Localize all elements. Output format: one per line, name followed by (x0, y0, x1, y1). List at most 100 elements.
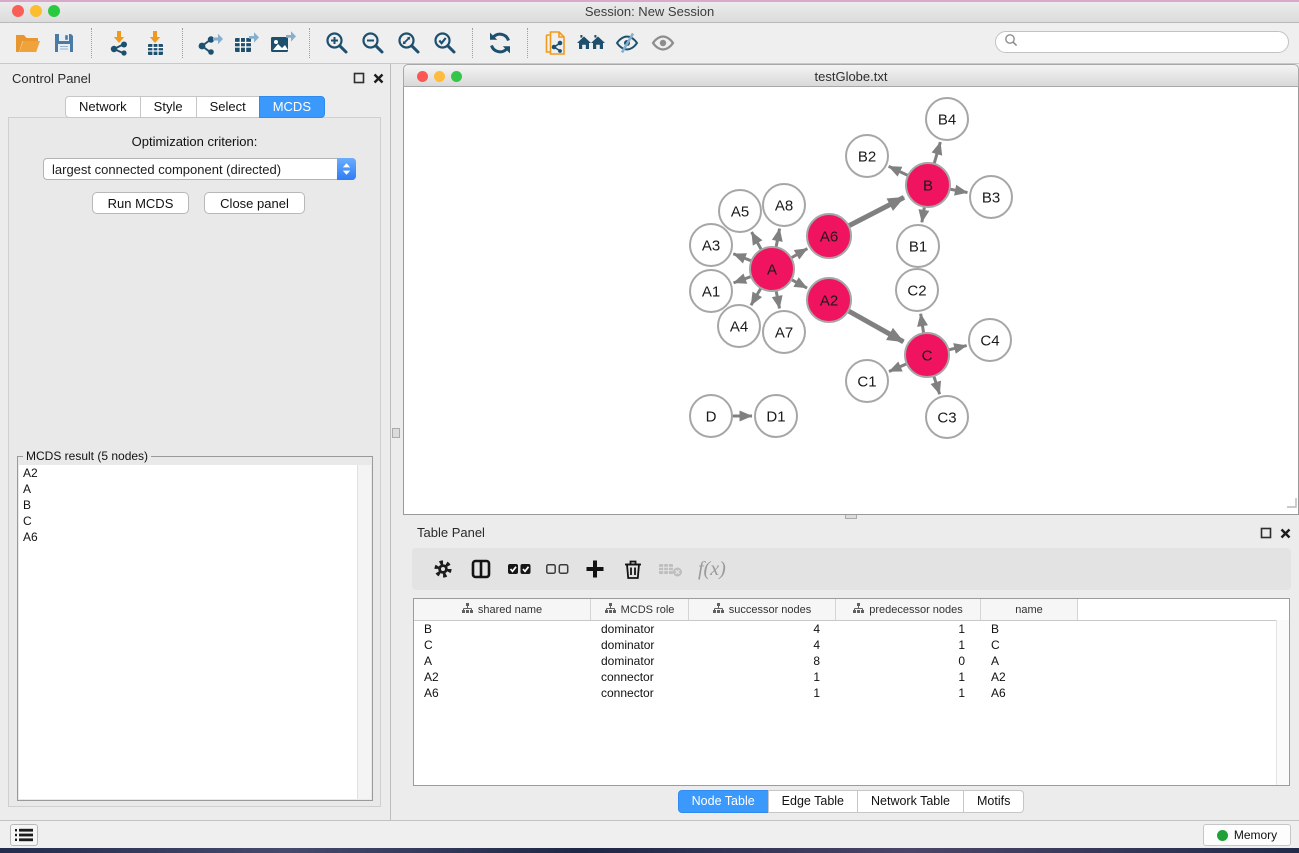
tab-network-table[interactable]: Network Table (857, 790, 964, 813)
svg-text:D: D (706, 409, 717, 426)
hide-eye-icon[interactable] (609, 26, 645, 60)
svg-text:A4: A4 (730, 319, 748, 336)
graph-node-C1[interactable]: C1 (846, 360, 888, 402)
add-icon[interactable] (578, 552, 612, 586)
svg-text:B1: B1 (909, 239, 927, 256)
graph-node-D[interactable]: D (690, 395, 732, 437)
deselect-all-icon[interactable] (540, 552, 574, 586)
select-all-icon[interactable] (502, 552, 536, 586)
zoom-in-icon[interactable] (319, 26, 355, 60)
criterion-value: largest connected component (directed) (44, 162, 337, 177)
zoom-selected-icon[interactable] (427, 26, 463, 60)
table-row[interactable]: Adominator80A (414, 653, 1289, 669)
graph-node-B2[interactable]: B2 (846, 135, 888, 177)
graph-node-A6[interactable]: A6 (807, 214, 851, 258)
export-image-icon[interactable] (264, 26, 300, 60)
table-panel: Table Panel f(x) shared nameMCDS rolesuc… (403, 520, 1299, 815)
graph-node-B1[interactable]: B1 (897, 225, 939, 267)
tab-mcds[interactable]: MCDS (259, 96, 325, 118)
refresh-layout-icon[interactable] (482, 26, 518, 60)
run-mcds-button[interactable]: Run MCDS (92, 192, 189, 214)
table-toolbar: f(x) (412, 548, 1291, 590)
column-header-mcds-role[interactable]: MCDS role (591, 599, 689, 620)
table-row[interactable]: Cdominator41C (414, 637, 1289, 653)
node-table[interactable]: shared name MCDS rolesuccessor nodesprede… (413, 598, 1290, 786)
double-home-icon[interactable] (573, 26, 609, 60)
tree-icon (605, 603, 616, 617)
resize-grip-icon[interactable] (1286, 495, 1297, 513)
zoom-fit-icon[interactable] (391, 26, 427, 60)
close-panel-icon[interactable] (373, 71, 384, 89)
tab-select[interactable]: Select (196, 96, 260, 118)
show-panels-list-button[interactable] (10, 824, 38, 846)
criterion-select[interactable]: largest connected component (directed) (43, 158, 356, 180)
memory-button[interactable]: Memory (1203, 824, 1291, 846)
close-table-panel-icon[interactable] (1280, 526, 1291, 544)
mcds-result-item[interactable]: A6 (19, 529, 371, 545)
save-session-icon[interactable] (46, 26, 82, 60)
table-row[interactable]: Bdominator41B (414, 621, 1289, 637)
search-box[interactable] (995, 31, 1289, 53)
tab-node-table[interactable]: Node Table (678, 790, 769, 813)
graph-node-C[interactable]: C (905, 333, 949, 377)
close-panel-button[interactable]: Close panel (204, 192, 305, 214)
zoom-out-icon[interactable] (355, 26, 391, 60)
export-network-icon[interactable] (192, 26, 228, 60)
tab-style[interactable]: Style (140, 96, 197, 118)
tab-motifs[interactable]: Motifs (963, 790, 1024, 813)
graph-node-A7[interactable]: A7 (763, 311, 805, 353)
show-eye-icon[interactable] (645, 26, 681, 60)
cell-successor-nodes: 4 (689, 622, 836, 636)
graph-node-A4[interactable]: A4 (718, 305, 760, 347)
graph-node-B[interactable]: B (906, 163, 950, 207)
svg-text:C1: C1 (857, 374, 876, 391)
mcds-result-item[interactable]: A2 (19, 465, 371, 481)
graph-node-B4[interactable]: B4 (926, 98, 968, 140)
tab-edge-table[interactable]: Edge Table (768, 790, 858, 813)
column-header-name[interactable]: name (981, 599, 1078, 620)
column-label: shared name (478, 604, 542, 616)
search-input[interactable] (1022, 34, 1288, 51)
document-network-icon[interactable] (537, 26, 573, 60)
mcds-result-item[interactable]: B (19, 497, 371, 513)
float-panel-icon[interactable] (353, 71, 365, 89)
combo-stepper-icon (337, 158, 356, 180)
graph-node-A2[interactable]: A2 (807, 278, 851, 322)
network-canvas[interactable]: A A1 A2 A3 A4 A5 A6 A7 A8 B B1 B2 B3B4 C C1 C2 C3C4 D D1 (403, 87, 1299, 515)
graph-node-A3[interactable]: A3 (690, 224, 732, 266)
column-header-shared-name[interactable]: shared name (414, 599, 591, 620)
table-scrollbar[interactable] (1276, 620, 1289, 785)
graph-node-A1[interactable]: A1 (690, 270, 732, 312)
column-header-predecessor-nodes[interactable]: predecessor nodes (836, 599, 981, 620)
float-table-panel-icon[interactable] (1260, 526, 1272, 544)
column-header-successor-nodes[interactable]: successor nodes (689, 599, 836, 620)
cell-shared-name: A6 (414, 686, 591, 700)
graph-node-A8[interactable]: A8 (763, 184, 805, 226)
cell-predecessor-nodes: 1 (836, 686, 981, 700)
svg-text:C2: C2 (907, 283, 926, 300)
graph-node-B3[interactable]: B3 (970, 176, 1012, 218)
table-row[interactable]: A6connector11A6 (414, 685, 1289, 701)
import-table-icon[interactable] (137, 26, 173, 60)
vertical-splitter-handle[interactable] (392, 428, 400, 438)
result-scrollbar[interactable] (357, 465, 371, 799)
graph-node-C2[interactable]: C2 (896, 269, 938, 311)
import-network-icon[interactable] (101, 26, 137, 60)
trash-icon[interactable] (616, 552, 650, 586)
split-columns-icon[interactable] (464, 552, 498, 586)
graph-node-A5[interactable]: A5 (719, 190, 761, 232)
mcds-result-item[interactable]: C (19, 513, 371, 529)
table-row[interactable]: A2connector11A2 (414, 669, 1289, 685)
graph-node-D1[interactable]: D1 (755, 395, 797, 437)
graph-node-A[interactable]: A (750, 247, 794, 291)
open-file-icon[interactable] (10, 26, 46, 60)
gear-icon[interactable] (426, 552, 460, 586)
graph-node-C3[interactable]: C3 (926, 396, 968, 438)
mcds-result-list[interactable]: A2ABCA6 (19, 465, 371, 799)
export-table-icon[interactable] (228, 26, 264, 60)
toolbar-separator (182, 28, 183, 58)
tab-network[interactable]: Network (65, 96, 141, 118)
network-window-titlebar[interactable]: testGlobe.txt (403, 64, 1299, 87)
graph-node-C4[interactable]: C4 (969, 319, 1011, 361)
mcds-result-item[interactable]: A (19, 481, 371, 497)
